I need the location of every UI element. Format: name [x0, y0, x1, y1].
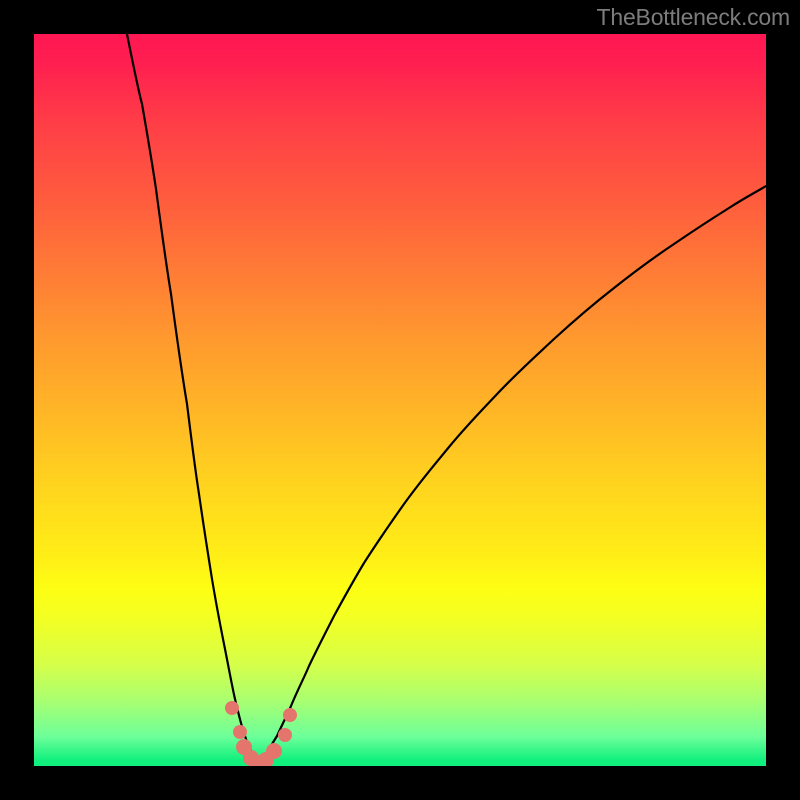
- curve-layer: [127, 34, 766, 765]
- chart-svg: [34, 34, 766, 766]
- marker-layer: [225, 701, 297, 766]
- watermark-text: TheBottleneck.com: [597, 4, 790, 31]
- marker-dot: [283, 708, 297, 722]
- plot-area: [34, 34, 766, 766]
- marker-dot: [266, 743, 282, 759]
- left-descent-curve: [127, 34, 258, 764]
- marker-dot: [278, 728, 292, 742]
- marker-dot: [225, 701, 239, 715]
- chart-frame: TheBottleneck.com: [0, 0, 800, 800]
- right-ascent-curve: [260, 186, 766, 765]
- marker-dot: [233, 725, 247, 739]
